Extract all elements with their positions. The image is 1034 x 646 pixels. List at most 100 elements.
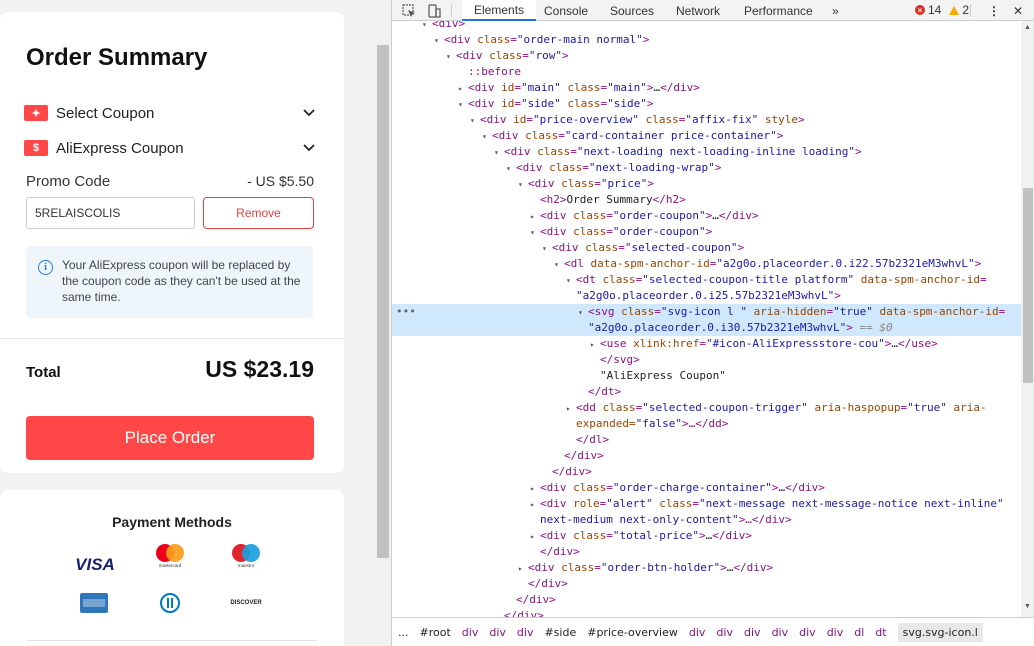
breadcrumb-item[interactable]: div [827,626,844,639]
coupon-notice-text: Your AliExpress coupon will be replaced … [62,258,301,304]
chevron-down-icon[interactable] [302,141,316,155]
order-summary-title: Order Summary [26,44,208,71]
divider [26,640,318,641]
aliexpress-coupon-row[interactable]: $ AliExpress Coupon [24,137,316,159]
chevron-down-icon[interactable] [302,106,316,120]
dom-node[interactable]: </svg> [392,352,1021,368]
close-icon[interactable]: ✕ [1013,2,1023,19]
breadcrumb-item[interactable]: svg.svg-icon.l [897,622,983,642]
breadcrumb-item[interactable]: div [744,626,761,639]
select-coupon-row[interactable]: ✦ Select Coupon [24,102,316,124]
tab-console[interactable]: Console [532,0,600,21]
dom-node[interactable]: ▾ <dt class="selected-coupon-title platfo… [392,272,1021,288]
order-page: Order Summary ✦ Select Coupon $ AliExpre… [0,0,375,646]
maestro-logo: maestro [232,544,260,568]
dom-node[interactable]: "a2g0o.placeorder.0.i25.57b2321eM3whvL"> [392,288,1021,304]
dom-node[interactable]: ▾ <div id="price-overview" class="affix-f… [392,112,1021,128]
breadcrumb: ... #root div div div #side #price-overview div… [392,617,1034,646]
scroll-down-arrow-icon[interactable]: ▼ [1024,603,1031,610]
dom-scrollbar-thumb[interactable] [1023,188,1033,383]
dom-node[interactable]: </dl> [392,432,1021,448]
dom-node[interactable]: ▾ <div class="order-main normal"> [392,32,1021,48]
dom-node[interactable]: ::before [392,64,1021,80]
breadcrumb-item[interactable]: div [799,626,816,639]
dom-node[interactable]: ▾ <div class="row"> [392,48,1021,64]
coupon-icon: ✦ [24,105,48,121]
tab-elements[interactable]: Elements [462,0,537,21]
breadcrumb-item[interactable]: div [489,626,506,639]
promo-code-label: Promo Code [26,173,111,190]
tab-network[interactable]: Network [664,0,732,21]
dom-node[interactable]: </div> [392,464,1021,480]
more-tabs-button[interactable]: » [820,0,851,21]
tab-sources[interactable]: Sources [598,0,666,21]
payment-methods-title: Payment Methods [112,514,232,530]
more-options-icon[interactable]: ⋮ [988,2,1000,19]
dom-node[interactable]: ▾ <div class="order-coupon"> [392,224,1021,240]
devtools-panel: Elements Console Sources Network Perform… [391,0,1034,646]
dom-node[interactable]: ▾ <dl data-spm-anchor-id="a2g0o.placeorde… [392,256,1021,272]
dom-node[interactable]: ▸ <use xlink:href="#icon-AliExpressstore-… [392,336,1021,352]
dom-node[interactable]: ▸ <div class="order-coupon">…</div> [392,208,1021,224]
error-count: 14 [928,3,942,17]
dom-node[interactable]: ▾ <div class="selected-coupon"> [392,240,1021,256]
maestro-text: maestro [238,563,255,568]
error-icon: × [915,5,925,15]
remove-promo-button[interactable]: Remove [203,197,314,229]
dom-node[interactable]: ▸ <div class="total-price">…</div> [392,528,1021,544]
warning-count: 2 [962,3,970,17]
breadcrumb-item[interactable]: dt [875,626,886,639]
visa-logo: VISA [75,555,115,574]
dom-node[interactable]: ▾ <div class="card-container price-contai… [392,128,1021,144]
dom-node[interactable]: </dt> [392,384,1021,400]
breadcrumb-item[interactable]: #side [544,626,576,639]
breadcrumb-item[interactable]: div [716,626,733,639]
mastercard-logo: mastercard [156,544,184,568]
dom-node[interactable]: ▾ <div class="next-loading-wrap"> [392,160,1021,176]
dom-node-selected[interactable]: ••• ▾ <svg class="svg-icon l " aria-hidden… [392,304,1021,320]
dom-node[interactable]: </div> [392,576,1021,592]
dom-node[interactable]: expanded="false">…</dd> [392,416,1021,432]
dom-node[interactable]: ▾ <div> [392,21,1021,32]
scroll-up-arrow-icon[interactable]: ▲ [1024,24,1031,31]
breadcrumb-item[interactable]: div [517,626,534,639]
dom-node[interactable]: ▾ <div class="price"> [392,176,1021,192]
breadcrumb-item[interactable]: dl [854,626,864,639]
dom-node[interactable]: <h2>Order Summary</h2> [392,192,1021,208]
dom-node[interactable]: next-medium next-only-content">…</div> [392,512,1021,528]
dom-node[interactable]: ▾ <div class="next-loading next-loading-i… [392,144,1021,160]
breadcrumb-item[interactable]: div [462,626,479,639]
promo-code-input[interactable] [26,197,195,229]
place-order-button[interactable]: Place Order [26,416,314,460]
dom-node[interactable]: ▸ <div class="order-btn-holder">…</div> [392,560,1021,576]
dom-node[interactable]: ▸ <div id="main" class="main">…</div> [392,80,1021,96]
dom-node[interactable]: </div> [392,448,1021,464]
page-scrollbar-thumb[interactable] [377,45,389,558]
toolbar-separator [970,4,971,17]
dom-node[interactable]: ▸ <div role="alert" class="next-message n… [392,496,1021,512]
mastercard-text: mastercard [159,563,182,568]
breadcrumb-item[interactable]: #price-overview [587,626,678,639]
breadcrumb-item[interactable]: #root [420,626,451,639]
aliexpress-coupon-label: AliExpress Coupon [56,139,184,157]
tab-performance[interactable]: Performance [732,0,825,21]
dom-node[interactable]: ▾ <div id="side" class="side"> [392,96,1021,112]
divider [0,338,344,339]
breadcrumb-item[interactable]: ... [398,626,409,639]
breadcrumb-item[interactable]: div [689,626,706,639]
dom-node-selected[interactable]: "a2g0o.placeorder.0.i30.57b2321eM3whvL">… [392,320,1021,336]
device-toolbar-icon[interactable] [427,2,441,19]
dom-node[interactable]: ▸ <div class="order-charge-container">…</… [392,480,1021,496]
dom-node[interactable]: </div> [392,592,1021,608]
dom-node[interactable]: "AliExpress Coupon" [392,368,1021,384]
dom-node[interactable]: </div> [392,608,1021,617]
breadcrumb-item[interactable]: div [772,626,789,639]
amex-logo [80,593,108,613]
issues-badge[interactable]: × 14 2 [915,3,969,17]
dom-node[interactable]: </div> [392,544,1021,560]
dom-node[interactable]: ▸ <dd class="selected-coupon-trigger" ari… [392,400,1021,416]
dom-tree[interactable]: ▾ <div> ▾ <div class="order-main normal"> ▾ <… [392,21,1021,617]
inspect-element-icon[interactable] [402,2,416,19]
total-label: Total [26,364,61,381]
payment-methods-card: Payment Methods VISA mastercard maestro … [0,490,344,646]
